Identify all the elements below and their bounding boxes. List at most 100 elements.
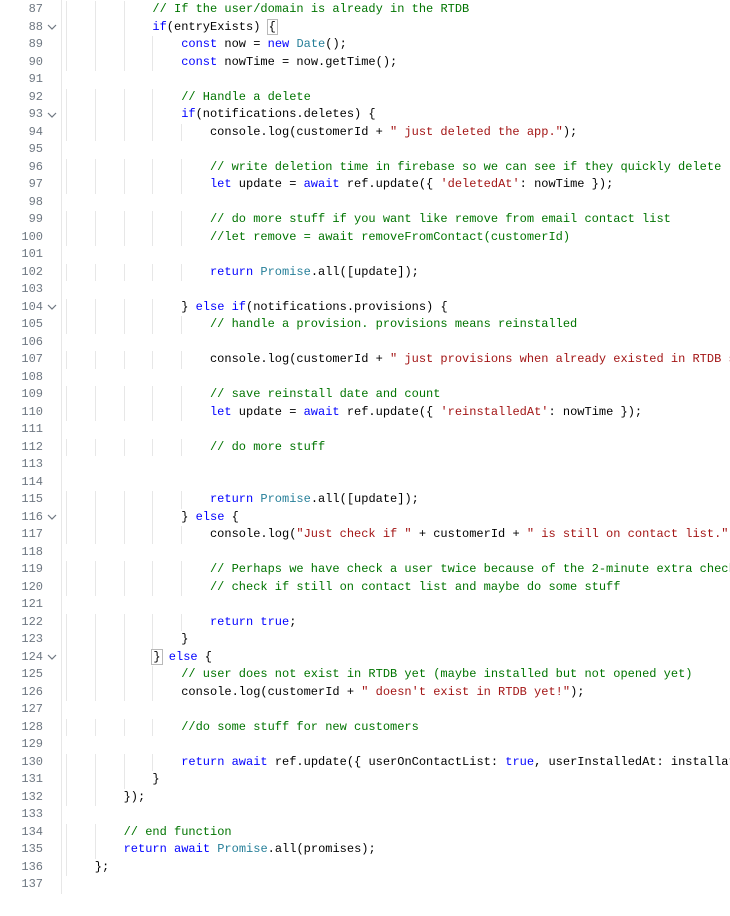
token-punct: }: [152, 772, 159, 786]
fold-toggle-icon[interactable]: [45, 509, 59, 527]
token-punct: (notifications.deletes) {: [196, 107, 376, 121]
token-type: Promise: [217, 842, 267, 856]
line-number: 105: [0, 316, 61, 334]
code-line[interactable]: };: [62, 859, 730, 877]
code-line[interactable]: const nowTime = now.getTime();: [62, 54, 730, 72]
line-number: 136: [0, 859, 61, 877]
token-punct: (notifications.provisions) {: [246, 300, 448, 314]
code-line[interactable]: [62, 544, 730, 562]
code-line[interactable]: [62, 281, 730, 299]
code-line[interactable]: // user does not exist in RTDB yet (mayb…: [62, 666, 730, 684]
token-keyword: await: [304, 405, 340, 419]
code-line[interactable]: [62, 596, 730, 614]
token-punct: [224, 300, 231, 314]
code-line[interactable]: [62, 736, 730, 754]
line-number: 93: [0, 106, 61, 124]
code-line[interactable]: // write deletion time in firebase so we…: [62, 159, 730, 177]
line-number: 121: [0, 596, 61, 614]
token-type: Promise: [260, 265, 310, 279]
code-line[interactable]: // end function: [62, 824, 730, 842]
token-string: 'deletedAt': [440, 177, 519, 191]
code-line[interactable]: [62, 334, 730, 352]
token-punct: ;: [289, 615, 296, 629]
code-line[interactable]: console.log("Just check if " + customerI…: [62, 526, 730, 544]
fold-toggle-icon[interactable]: [45, 649, 59, 667]
line-number: 87: [0, 1, 61, 19]
token-punct: + customerId +: [412, 527, 527, 541]
code-line[interactable]: return await ref.update({ userOnContactL…: [62, 754, 730, 772]
code-line[interactable]: return true;: [62, 614, 730, 632]
token-string: 'reinstalledAt': [440, 405, 548, 419]
token-string: " just deleted the app.": [390, 125, 563, 139]
token-string: " is still on contact list.": [527, 527, 729, 541]
code-line[interactable]: // Perhaps we have check a user twice be…: [62, 561, 730, 579]
token-keyword: let: [210, 405, 232, 419]
code-line[interactable]: [62, 246, 730, 264]
code-line[interactable]: [62, 369, 730, 387]
token-keyword: const: [181, 37, 217, 51]
fold-toggle-icon[interactable]: [45, 19, 59, 37]
code-line[interactable]: return Promise.all([update]);: [62, 264, 730, 282]
line-number: 116: [0, 509, 61, 527]
token-punct: console.log(: [210, 527, 296, 541]
code-line[interactable]: const now = new Date();: [62, 36, 730, 54]
line-number: 90: [0, 54, 61, 72]
code-line[interactable]: if(entryExists) {: [62, 19, 730, 37]
code-line[interactable]: let update = await ref.update({ 'reinsta…: [62, 404, 730, 422]
token-keyword: await: [232, 755, 268, 769]
code-line[interactable]: console.log(customerId + " doesn't exist…: [62, 684, 730, 702]
code-line[interactable]: } else {: [62, 509, 730, 527]
token-bool: true: [260, 615, 289, 629]
token-type: Date: [296, 37, 325, 51]
code-line[interactable]: // do more stuff if you want like remove…: [62, 211, 730, 229]
code-line[interactable]: [62, 141, 730, 159]
code-line[interactable]: [62, 421, 730, 439]
line-number: 99: [0, 211, 61, 229]
code-area[interactable]: // If the user/domain is already in the …: [62, 0, 730, 894]
code-line[interactable]: } else if(notifications.provisions) {: [62, 299, 730, 317]
code-line[interactable]: console.log(customerId + " just provisio…: [62, 351, 730, 369]
token-comment: //do some stuff for new customers: [181, 720, 419, 734]
code-line[interactable]: [62, 701, 730, 719]
code-line[interactable]: [62, 876, 730, 894]
code-line[interactable]: return Promise.all([update]);: [62, 491, 730, 509]
code-line[interactable]: // Handle a delete: [62, 89, 730, 107]
token-keyword: let: [210, 177, 232, 191]
code-line[interactable]: }: [62, 771, 730, 789]
line-number: 113: [0, 456, 61, 474]
token-punct: (entryExists): [167, 20, 268, 34]
code-line[interactable]: });: [62, 789, 730, 807]
line-number: 104: [0, 299, 61, 317]
line-number: 130: [0, 754, 61, 772]
fold-toggle-icon[interactable]: [45, 299, 59, 317]
token-comment: // user does not exist in RTDB yet (mayb…: [181, 667, 692, 681]
fold-toggle-icon[interactable]: [45, 106, 59, 124]
token-punct: .all([update]);: [311, 265, 419, 279]
token-keyword: new: [268, 37, 290, 51]
line-number: 100: [0, 229, 61, 247]
code-line[interactable]: [62, 456, 730, 474]
code-line[interactable]: [62, 806, 730, 824]
code-line[interactable]: // check if still on contact list and ma…: [62, 579, 730, 597]
code-line[interactable]: console.log(customerId + " just deleted …: [62, 124, 730, 142]
code-line[interactable]: }: [62, 631, 730, 649]
code-line[interactable]: } else {: [62, 649, 730, 667]
line-number: 112: [0, 439, 61, 457]
code-line[interactable]: if(notifications.deletes) {: [62, 106, 730, 124]
line-number: 122: [0, 614, 61, 632]
token-comment: // check if still on contact list and ma…: [210, 580, 620, 594]
token-string: " just provisions when already existed i…: [390, 352, 730, 366]
code-line[interactable]: // save reinstall date and count: [62, 386, 730, 404]
code-line[interactable]: return await Promise.all(promises);: [62, 841, 730, 859]
token-punct: update =: [232, 177, 304, 191]
code-line[interactable]: // If the user/domain is already in the …: [62, 1, 730, 19]
token-punct: }: [181, 632, 188, 646]
code-line[interactable]: [62, 474, 730, 492]
code-line[interactable]: [62, 194, 730, 212]
code-line[interactable]: //let remove = await removeFromContact(c…: [62, 229, 730, 247]
code-line[interactable]: let update = await ref.update({ 'deleted…: [62, 176, 730, 194]
code-line[interactable]: // do more stuff: [62, 439, 730, 457]
code-line[interactable]: //do some stuff for new customers: [62, 719, 730, 737]
code-line[interactable]: [62, 71, 730, 89]
code-line[interactable]: // handle a provision. provisions means …: [62, 316, 730, 334]
